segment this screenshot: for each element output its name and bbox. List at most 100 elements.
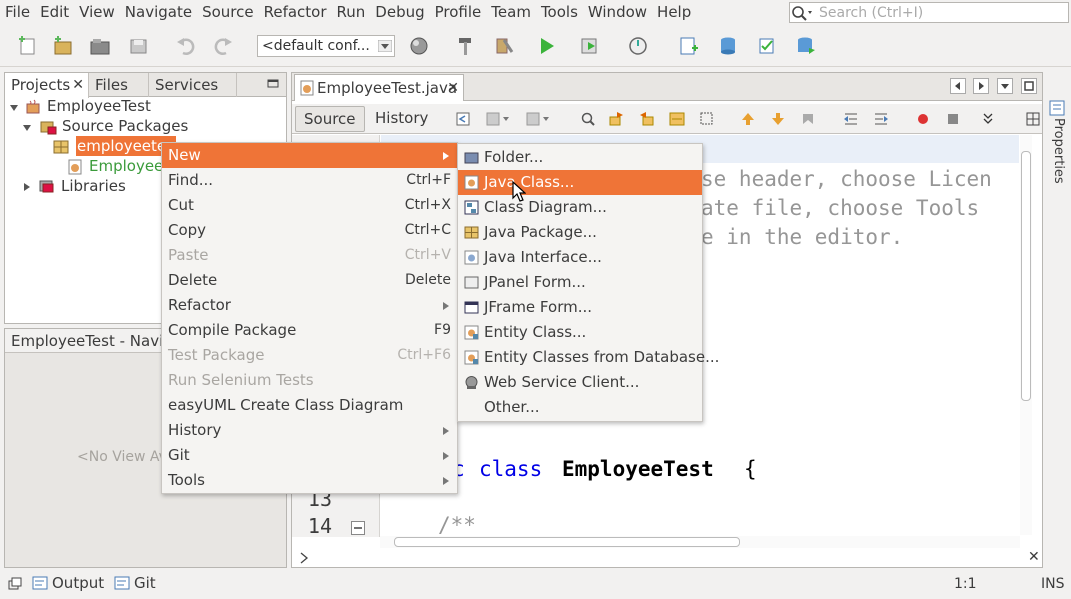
split-icon[interactable] [1026,112,1040,126]
next-bookmark-icon[interactable] [770,111,786,127]
search-input[interactable]: Search (Ctrl+I) [789,2,1069,23]
scrollbar-thumb[interactable] [1021,151,1031,401]
scrollbar-thumb[interactable] [394,537,740,547]
tab-employeetest-java[interactable]: EmployeeTest.java ✕ [294,74,464,101]
menu-item-history[interactable]: History [162,418,457,443]
menu-run[interactable]: Run [332,0,371,25]
menu-window[interactable]: Window [583,0,652,25]
find-next-icon[interactable] [639,111,655,127]
deploy-icon[interactable] [795,36,817,56]
shift-left-icon[interactable] [843,111,859,127]
debug-icon[interactable] [580,36,602,56]
tab-files[interactable]: Files [89,73,149,97]
profile-icon[interactable] [628,36,650,56]
menu-item-refactor[interactable]: Refactor [162,293,457,318]
menu-debug[interactable]: Debug [370,0,429,25]
tree-libraries[interactable]: Libraries [61,176,126,196]
new-project-icon[interactable] [52,36,74,56]
submenu-item-class-diagram[interactable]: Class Diagram... [458,195,702,220]
maximize-icon[interactable] [1021,78,1037,94]
submenu-item-entity-class[interactable]: Entity Class... [458,320,702,345]
submenu-item-jframe-form[interactable]: JFrame Form... [458,295,702,320]
submenu-item-java-class[interactable]: Java Class... [458,170,702,195]
output-tab[interactable]: Output [52,574,104,592]
run-icon[interactable] [536,36,558,56]
minimize-icon[interactable] [267,79,279,89]
horizontal-scrollbar[interactable] [380,536,1020,548]
back-icon[interactable] [485,111,511,127]
properties-icon[interactable] [1049,100,1065,116]
menu-navigate[interactable]: Navigate [120,0,197,25]
submenu-item-jpanel-form[interactable]: JPanel Form... [458,270,702,295]
vertical-scrollbar[interactable] [1020,135,1032,535]
toggle-highlight-icon[interactable] [669,111,685,127]
close-icon[interactable]: ✕ [1028,549,1040,565]
menu-item-easyuml[interactable]: easyUML Create Class Diagram [162,393,457,418]
menu-item-git[interactable]: Git [162,443,457,468]
menu-edit[interactable]: Edit [35,0,74,25]
chevron-down-icon[interactable] [997,78,1013,94]
submenu-item-folder[interactable]: Folder... [458,145,702,170]
menu-item-delete[interactable]: Delete Delete [162,268,457,293]
menu-item-copy[interactable]: Copy Ctrl+C [162,218,457,243]
build-hammer-icon[interactable] [455,36,477,56]
menu-view[interactable]: View [74,0,120,25]
config-select[interactable]: <default conf... [257,35,395,57]
tab-history[interactable]: History [367,106,436,132]
scroll-right-icon[interactable] [973,78,989,94]
redo-icon[interactable] [212,36,234,56]
close-icon[interactable]: ✕ [447,75,459,101]
menu-item-tools[interactable]: Tools [162,468,457,493]
menu-refactor[interactable]: Refactor [259,0,332,25]
menu-item-cut[interactable]: Cut Ctrl+X [162,193,457,218]
stop-macro-icon[interactable] [946,112,960,126]
chevron-right-icon[interactable] [298,551,310,565]
scroll-left-icon[interactable] [950,78,966,94]
menu-item-compile-package[interactable]: Compile Package F9 [162,318,457,343]
collapse-toggle-icon[interactable] [22,182,32,192]
submenu-item-web-service-client[interactable]: Web Service Client... [458,370,702,395]
menu-source[interactable]: Source [197,0,259,25]
new-file-icon[interactable] [16,36,38,56]
menu-team[interactable]: Team [486,0,536,25]
find-previous-icon[interactable] [609,111,625,127]
globe-icon[interactable] [408,36,430,56]
menu-profile[interactable]: Profile [430,0,487,25]
restore-window-icon[interactable] [8,577,22,591]
add-icon[interactable] [678,36,700,56]
prev-bookmark-icon[interactable] [740,111,756,127]
open-project-icon[interactable] [89,36,111,56]
find-icon[interactable] [580,111,596,127]
undo-icon[interactable] [175,36,197,56]
submenu-item-other[interactable]: Other... [458,395,702,420]
close-icon[interactable]: ✕ [72,73,84,97]
tab-source[interactable]: Source [295,106,365,132]
tree-project[interactable]: EmployeeTest [47,96,151,116]
tree-source-packages[interactable]: Source Packages [62,116,188,136]
menu-item-new[interactable]: New [162,143,457,168]
rect-select-icon[interactable] [699,111,715,127]
expand-toggle-icon[interactable] [35,143,45,153]
tab-projects[interactable]: Projects ✕ [5,73,89,98]
toggle-bookmark-icon[interactable] [800,111,816,127]
tab-services[interactable]: Services [149,73,237,97]
last-edit-icon[interactable] [455,111,471,127]
save-all-icon[interactable] [128,36,150,56]
submenu-item-java-package[interactable]: Java Package... [458,220,702,245]
expand-toggle-icon[interactable] [9,103,19,113]
submenu-item-java-interface[interactable]: Java Interface... [458,245,702,270]
properties-panel-toggle[interactable]: Properties [1048,118,1066,198]
chevron-down-icon[interactable] [982,112,994,126]
clean-build-icon[interactable] [494,36,516,56]
tree-java-file[interactable]: EmployeeT [89,156,172,176]
forward-icon[interactable] [525,111,551,127]
record-macro-icon[interactable] [916,112,930,126]
checklist-icon[interactable] [756,36,778,56]
menu-help[interactable]: Help [652,0,696,25]
menu-item-find[interactable]: Find... Ctrl+F [162,168,457,193]
menu-file[interactable]: File [0,0,35,25]
shift-right-icon[interactable] [873,111,889,127]
database-icon[interactable] [717,36,739,56]
expand-toggle-icon[interactable] [22,123,32,133]
fold-collapse-icon[interactable] [351,521,365,535]
